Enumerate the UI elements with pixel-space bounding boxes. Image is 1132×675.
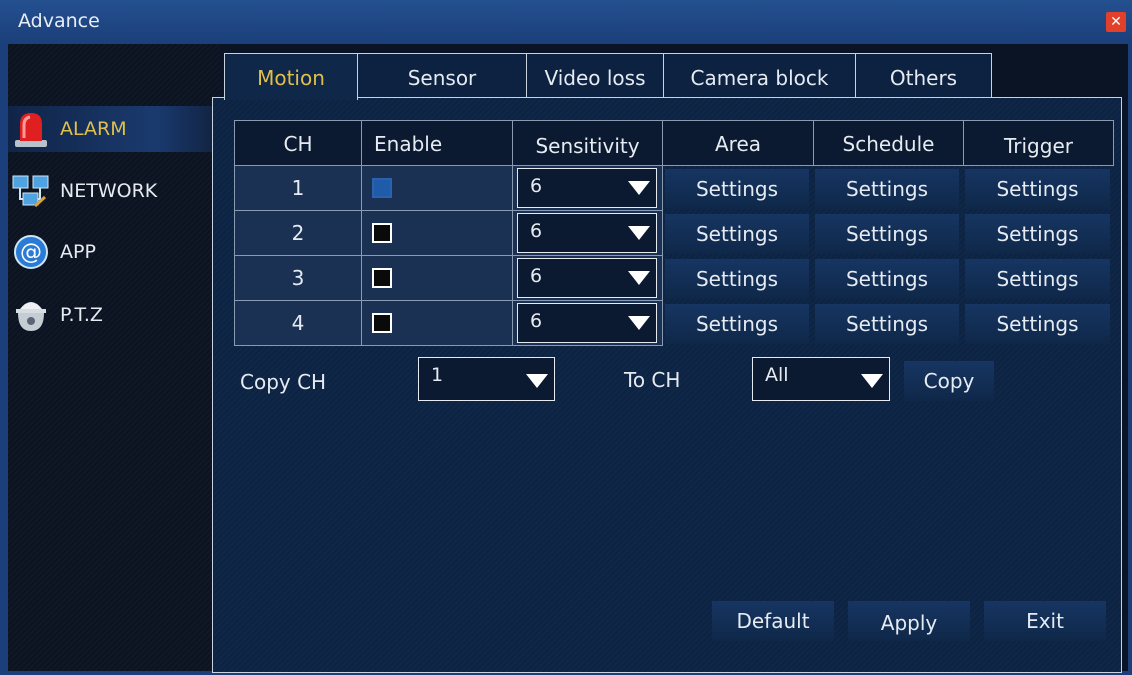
header-enable: Enable [361, 120, 513, 166]
sensitivity-select-2[interactable]: 6 [517, 213, 657, 253]
area-settings-button-3[interactable]: Settings [665, 259, 809, 299]
at-sign-icon: @ [8, 232, 54, 272]
title-bar: Advance ✕ [0, 0, 1132, 44]
table-row-ch: 1 [234, 165, 362, 211]
area-settings-button-1[interactable]: Settings [665, 169, 809, 209]
header-area: Area [662, 120, 814, 166]
trigger-settings-button-2[interactable]: Settings [965, 214, 1110, 254]
trigger-settings-button-4[interactable]: Settings [965, 304, 1110, 344]
chevron-down-icon [861, 374, 883, 388]
sensitivity-select-4[interactable]: 6 [517, 303, 657, 343]
sensitivity-value: 6 [530, 265, 543, 287]
tab-motion[interactable]: Motion [224, 53, 358, 100]
exit-button[interactable]: Exit [984, 601, 1106, 641]
sensitivity-value: 6 [530, 220, 543, 242]
schedule-settings-button-1[interactable]: Settings [815, 169, 959, 209]
copy-ch-value: 1 [431, 364, 444, 386]
trigger-settings-button-3[interactable]: Settings [965, 259, 1110, 299]
svg-text:@: @ [20, 240, 42, 265]
sidebar-item-alarm[interactable]: ALARM [8, 106, 220, 152]
tab-camera-block[interactable]: Camera block [663, 53, 856, 97]
default-button[interactable]: Default [712, 601, 834, 641]
window-title: Advance [18, 10, 100, 32]
sensitivity-select-3[interactable]: 6 [517, 258, 657, 298]
sidebar-item-label: NETWORK [60, 180, 158, 202]
sensitivity-value: 6 [530, 310, 543, 332]
tab-video-loss[interactable]: Video loss [526, 53, 664, 97]
sidebar-item-label: P.T.Z [60, 304, 103, 326]
enable-checkbox-1[interactable] [372, 178, 392, 198]
schedule-settings-button-2[interactable]: Settings [815, 214, 959, 254]
sensitivity-value: 6 [530, 175, 543, 197]
table-row-ch: 4 [234, 300, 362, 346]
table-row-ch: 2 [234, 210, 362, 256]
chevron-down-icon [628, 316, 650, 330]
apply-button[interactable]: Apply [848, 601, 970, 641]
alarm-light-icon [8, 109, 54, 149]
enable-checkbox-2[interactable] [372, 223, 392, 243]
header-sensitivity: Sensitivity [512, 120, 663, 166]
copy-ch-label: Copy CH [240, 370, 327, 394]
to-ch-select[interactable]: All [752, 357, 890, 401]
enable-checkbox-4[interactable] [372, 313, 392, 333]
sidebar-item-ptz[interactable]: P.T.Z [8, 292, 220, 338]
to-ch-label: To CH [624, 368, 681, 392]
sidebar-item-label: APP [60, 241, 96, 263]
sidebar-item-label: ALARM [60, 118, 127, 140]
sidebar-item-app[interactable]: @ APP [8, 229, 220, 275]
schedule-settings-button-4[interactable]: Settings [815, 304, 959, 344]
sidebar-item-network[interactable]: NETWORK [8, 168, 220, 214]
chevron-down-icon [628, 271, 650, 285]
copy-button[interactable]: Copy [904, 361, 994, 401]
header-trigger: Trigger [963, 120, 1114, 166]
header-schedule: Schedule [813, 120, 964, 166]
sensitivity-select-1[interactable]: 6 [517, 168, 657, 208]
chevron-down-icon [628, 181, 650, 195]
tab-sensor[interactable]: Sensor [357, 53, 527, 97]
table-row-ch: 3 [234, 255, 362, 301]
area-settings-button-2[interactable]: Settings [665, 214, 809, 254]
trigger-settings-button-1[interactable]: Settings [965, 169, 1110, 209]
to-ch-value: All [765, 364, 789, 386]
header-ch: CH [234, 120, 362, 166]
tab-others[interactable]: Others [855, 53, 992, 97]
close-icon[interactable]: ✕ [1106, 12, 1126, 32]
ptz-camera-icon [8, 295, 54, 335]
chevron-down-icon [526, 374, 548, 388]
copy-ch-select[interactable]: 1 [418, 357, 555, 401]
enable-checkbox-3[interactable] [372, 268, 392, 288]
sidebar: ALARM NETWORK @ APP P.T.Z [8, 44, 220, 671]
network-icon [8, 171, 54, 211]
area-settings-button-4[interactable]: Settings [665, 304, 809, 344]
chevron-down-icon [628, 226, 650, 240]
schedule-settings-button-3[interactable]: Settings [815, 259, 959, 299]
